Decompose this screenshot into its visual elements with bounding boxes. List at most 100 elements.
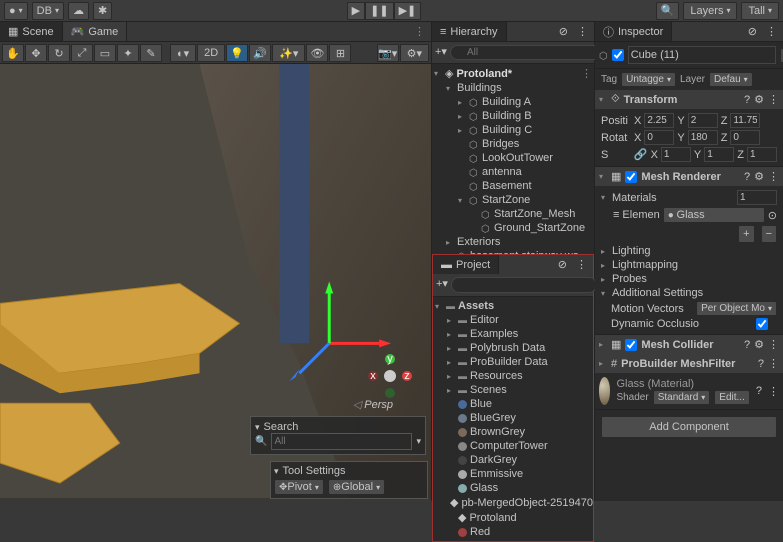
- project-item[interactable]: ▸ProBuilder Data: [433, 355, 593, 369]
- collider-enabled[interactable]: [625, 339, 637, 351]
- link-icon[interactable]: 🔗: [634, 148, 648, 161]
- tab-menu-icon[interactable]: ⋮: [408, 22, 431, 41]
- rot-z[interactable]: [730, 130, 760, 145]
- gizmos-dropdown[interactable]: ⚙▾: [400, 44, 429, 62]
- transform-tool[interactable]: ✦: [117, 44, 139, 62]
- add-dropdown[interactable]: +▾: [435, 45, 447, 60]
- material-slot[interactable]: ● Glass: [663, 207, 765, 223]
- project-item[interactable]: Glass: [433, 481, 593, 495]
- rotate-tool[interactable]: ↻: [48, 44, 70, 62]
- hierarchy-item[interactable]: ▸Exteriors: [432, 235, 594, 249]
- account-dropdown[interactable]: ●: [4, 2, 28, 20]
- orientation-gizmo[interactable]: z x y: [365, 351, 415, 401]
- 2d-toggle[interactable]: 2D: [197, 44, 225, 62]
- tab-hierarchy[interactable]: ≡Hierarchy: [432, 22, 507, 41]
- grid-button[interactable]: ✱: [93, 2, 112, 20]
- project-item[interactable]: ◆Protoland: [433, 510, 593, 525]
- pos-y[interactable]: [688, 113, 718, 128]
- drag-icon[interactable]: ≡: [613, 209, 619, 221]
- project-item[interactable]: ▸Scenes: [433, 383, 593, 397]
- project-search[interactable]: [451, 277, 597, 293]
- meshrenderer-enabled[interactable]: [625, 171, 637, 183]
- tab-game[interactable]: 🎮Game: [63, 22, 128, 41]
- persp-label[interactable]: ◁ Persp: [353, 398, 393, 411]
- hierarchy-item[interactable]: basement stairway wa: [432, 249, 594, 254]
- hierarchy-search[interactable]: [450, 45, 606, 60]
- picker-icon[interactable]: ⊙: [768, 209, 777, 222]
- project-item[interactable]: Blue: [433, 397, 593, 411]
- play-button[interactable]: ▶: [347, 2, 365, 20]
- fx-dropdown[interactable]: ✨▾: [272, 44, 305, 62]
- audio-toggle[interactable]: 🔊: [249, 44, 271, 62]
- hierarchy-item[interactable]: ▾Buildings: [432, 81, 594, 95]
- project-item[interactable]: Red: [433, 525, 593, 539]
- scene-search-input[interactable]: [271, 433, 412, 450]
- hidden-toggle[interactable]: 👁: [306, 44, 328, 62]
- project-item[interactable]: BlueGrey: [433, 411, 593, 425]
- cloud-button[interactable]: ☁: [68, 2, 89, 20]
- tab-scene[interactable]: ▦Scene: [0, 22, 63, 41]
- shader-dropdown[interactable]: Standard: [653, 390, 711, 405]
- pause-button[interactable]: ❚❚: [365, 2, 393, 20]
- scl-z[interactable]: [747, 147, 777, 162]
- project-item[interactable]: ▸Polybrush Data: [433, 341, 593, 355]
- chevron-down-icon[interactable]: ▾: [274, 466, 279, 477]
- mesh-collider-component[interactable]: ▸▦Mesh Collider?⚙⋮: [595, 335, 783, 354]
- active-checkbox[interactable]: [612, 49, 624, 61]
- hand-tool[interactable]: ✋: [2, 44, 24, 62]
- project-item[interactable]: Emmissive: [433, 467, 593, 481]
- chevron-down-icon[interactable]: ▾: [255, 422, 260, 433]
- layer-dropdown[interactable]: Defau: [709, 72, 753, 87]
- proj-add-dropdown[interactable]: +▾: [436, 277, 448, 293]
- section-probes[interactable]: ▸Probes: [601, 272, 777, 286]
- project-item[interactable]: DarkGrey: [433, 453, 593, 467]
- search-button[interactable]: 🔍: [656, 2, 680, 20]
- hier-lock-icon[interactable]: ⊘: [556, 22, 571, 41]
- hierarchy-item[interactable]: antenna: [432, 165, 594, 179]
- global-dropdown[interactable]: ⊕Global: [328, 479, 385, 495]
- project-item[interactable]: ◆pb-MergedObject-2519470: [433, 495, 593, 510]
- hierarchy-item[interactable]: Bridges: [432, 137, 594, 151]
- assets-root[interactable]: ▾Assets: [433, 299, 593, 313]
- pos-x[interactable]: [644, 113, 674, 128]
- rot-x[interactable]: [644, 130, 674, 145]
- pos-z[interactable]: [730, 113, 760, 128]
- probuilder-component[interactable]: ▸#ProBuilder MeshFilter?⋮: [595, 354, 783, 373]
- hierarchy-item[interactable]: ▸Building C: [432, 123, 594, 137]
- tag-dropdown[interactable]: Untagge: [621, 72, 676, 87]
- hier-menu-icon[interactable]: ⋮: [571, 22, 594, 41]
- tab-inspector[interactable]: ⓘInspector: [595, 22, 672, 41]
- db-dropdown[interactable]: DB: [32, 2, 64, 20]
- object-name-input[interactable]: [628, 46, 776, 64]
- project-item[interactable]: ▸Resources: [433, 369, 593, 383]
- preset-icon[interactable]: ⚙: [754, 93, 764, 106]
- menu-icon[interactable]: ⋮: [768, 93, 779, 106]
- help-icon[interactable]: ?: [744, 94, 750, 106]
- hierarchy-item[interactable]: ▾StartZone: [432, 193, 594, 207]
- project-item[interactable]: ▸Editor: [433, 313, 593, 327]
- project-item[interactable]: BrownGrey: [433, 425, 593, 439]
- hierarchy-item[interactable]: Ground_StartZone: [432, 221, 594, 235]
- hierarchy-item[interactable]: ▸Building B: [432, 109, 594, 123]
- add-component-button[interactable]: Add Component: [601, 416, 777, 438]
- mat-add[interactable]: +: [738, 225, 754, 243]
- pivot-dropdown[interactable]: ✥Pivot: [274, 479, 324, 495]
- proj-menu-icon[interactable]: ⋮: [570, 255, 593, 274]
- custom-tool[interactable]: ✎: [140, 44, 162, 62]
- dynocc-checkbox[interactable]: [747, 318, 777, 330]
- scl-y[interactable]: [704, 147, 734, 162]
- tab-project[interactable]: ▬Project: [433, 255, 499, 274]
- insp-menu-icon[interactable]: ⋮: [760, 22, 783, 41]
- layers-dropdown[interactable]: Layers: [683, 2, 737, 20]
- scale-tool[interactable]: ⤢: [71, 44, 93, 62]
- insp-lock-icon[interactable]: ⊘: [745, 22, 760, 41]
- hierarchy-item[interactable]: Basement: [432, 179, 594, 193]
- proj-lock-icon[interactable]: ⊘: [555, 255, 570, 274]
- rect-tool[interactable]: ▭: [94, 44, 116, 62]
- hierarchy-item[interactable]: LookOutTower: [432, 151, 594, 165]
- hierarchy-item[interactable]: StartZone_Mesh: [432, 207, 594, 221]
- section-additional-settings[interactable]: ▾Additional Settings: [601, 286, 777, 300]
- mat-count[interactable]: [737, 190, 777, 205]
- grid-toggle[interactable]: ⊞: [329, 44, 351, 62]
- shading-dropdown[interactable]: ◐▾: [170, 44, 196, 62]
